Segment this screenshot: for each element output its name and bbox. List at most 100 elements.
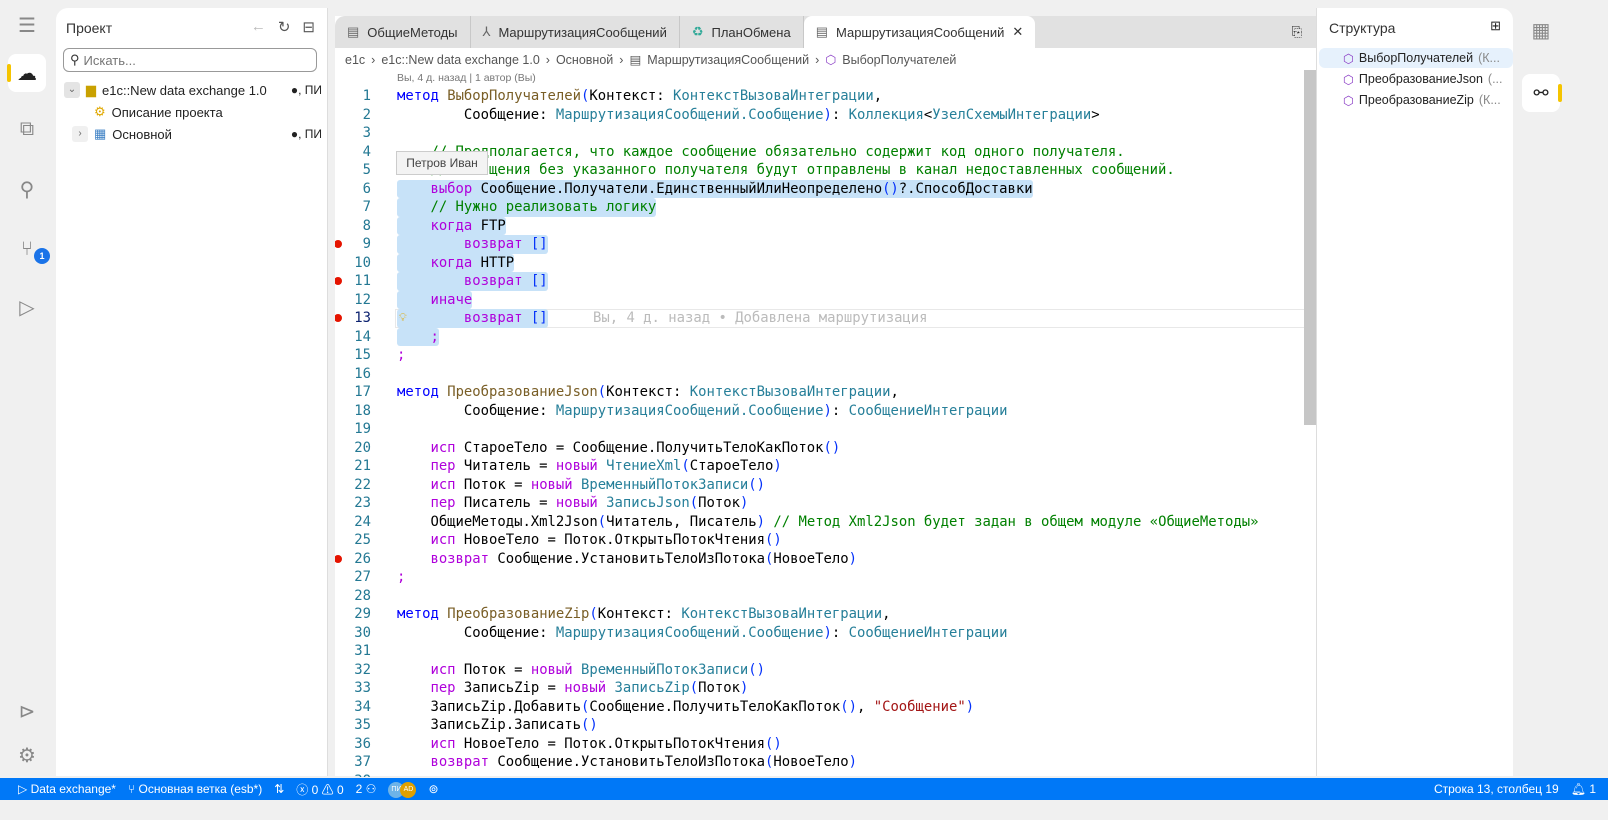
code-line[interactable]: 25 исп НовоеТело = Поток.ОткрытьПотокЧте… xyxy=(335,531,1303,550)
code-area[interactable]: 1 метод ВыборПолучателей(Контекст: Контек… xyxy=(335,87,1305,777)
code-line[interactable]: 29 метод ПреобразованиеZip(Контекст: Конт… xyxy=(335,605,1303,624)
code-line[interactable]: 17 метод ПреобразованиеJson(Контекст: Кон… xyxy=(335,383,1303,402)
code-line[interactable]: 12 иначе xyxy=(335,290,1303,309)
code-line[interactable]: 27; xyxy=(335,568,1303,587)
breadcrumb-item[interactable]: МаршрутизацияСообщений xyxy=(647,53,809,67)
cloud-1c-icon[interactable]: ☁ xyxy=(7,54,46,92)
problems-item[interactable]: ⓧ 0 ⚠ 0 xyxy=(296,781,343,798)
code-text: возврат Сообщение.УстановитьТелоИзПотока… xyxy=(397,550,857,569)
tab-exchange-plan[interactable]: ♻ ПланОбмена xyxy=(680,16,804,48)
code-line[interactable]: 21 пер Читатель = новый ЧтениеXml(Старое… xyxy=(335,457,1303,476)
code-token: новый xyxy=(555,495,598,511)
tree-item-main[interactable]: › ▦ Основной ●, ПИ xyxy=(64,124,322,144)
code-line[interactable]: 8 когда FTP xyxy=(335,216,1303,235)
breadcrumb-item[interactable]: e1c xyxy=(345,53,365,67)
code-line[interactable]: 1 метод ВыборПолучателей(Контекст: Контек… xyxy=(335,87,1303,106)
participants-item[interactable]: 2 ⚇ xyxy=(356,782,377,796)
code-line[interactable]: 37 возврат Сообщение.УстановитьТелоИзПот… xyxy=(335,753,1303,772)
code-line[interactable]: 20 исп СтароеТело = Сообщение.ПолучитьТе… xyxy=(335,439,1303,458)
module-icon: ▤ xyxy=(815,24,828,39)
lightbulb-icon[interactable]: 💡︎ xyxy=(399,309,407,328)
code-line[interactable]: 7 // Нужно реализовать логику xyxy=(335,198,1303,217)
source-control-icon[interactable]: ⑂ 1 xyxy=(8,230,50,268)
code-token: исп xyxy=(430,439,456,456)
code-token: FTP xyxy=(472,217,506,234)
code-line[interactable]: 23 пер Писатель = новый ЗаписьJson(Поток… xyxy=(335,494,1303,513)
chevron-right-icon[interactable]: › xyxy=(72,126,88,142)
tab-message-routing-active[interactable]: ▤ МаршрутизацияСообщений ✕ xyxy=(803,16,1036,48)
line-number: 34 xyxy=(354,698,371,715)
line-number: 8 xyxy=(362,217,371,234)
tab-common-methods[interactable]: ▤ ОбщиеМетоды xyxy=(335,16,471,48)
error-count: 0 xyxy=(311,782,319,797)
project-search-input[interactable] xyxy=(83,52,304,68)
code-text: возврат [] xyxy=(397,235,548,254)
breadcrumb-item[interactable]: ВыборПолучателей xyxy=(842,53,956,67)
run-debug-icon[interactable]: ▷ xyxy=(8,288,46,326)
tree-item-description[interactable]: ⚙ Описание проекта xyxy=(64,102,322,122)
breadcrumb-item[interactable]: Основной xyxy=(556,53,613,67)
code-line[interactable]: 24 ОбщиеМетоды.Xml2Json(Читатель, Писате… xyxy=(335,513,1303,532)
code-line[interactable]: 18 Сообщение: МаршрутизацияСообщений.Соо… xyxy=(335,402,1303,421)
code-line[interactable]: 13 возврат [] 💡︎ Вы, 4 д. назад • Добавлен… xyxy=(335,309,1305,328)
cursor-position[interactable]: Строка 13, столбец 19 xyxy=(1434,782,1559,796)
tab-message-routing-scheme[interactable]: ⅄ МаршрутизацияСообщений xyxy=(471,16,680,48)
menu-icon[interactable]: ☰ xyxy=(8,6,46,44)
code-line[interactable]: 9 возврат [] xyxy=(335,235,1303,254)
project-search[interactable]: ⚲ xyxy=(63,48,317,72)
code-line[interactable]: 32 исп Поток = новый ВременныйПотокЗапис… xyxy=(335,661,1303,680)
code-line[interactable]: 33 пер ЗаписьZip = новый ЗаписьZip(Поток… xyxy=(335,679,1303,698)
run-all-icon[interactable]: ⊳ xyxy=(8,692,46,730)
code-line[interactable]: 36 исп НовоеТело = Поток.ОткрытьПотокЧте… xyxy=(335,735,1303,754)
code-line[interactable]: 26 возврат Сообщение.УстановитьТелоИзПот… xyxy=(335,550,1303,569)
run-project-item[interactable]: ▷ Data exchange* xyxy=(18,782,116,796)
sync-icon[interactable]: ⇅ xyxy=(274,782,284,796)
structure-item[interactable]: ⬡ ПреобразованиеZip (К... xyxy=(1319,90,1513,110)
code-line[interactable]: 22 исп Поток = новый ВременныйПотокЗапис… xyxy=(335,476,1303,495)
back-arrow-icon[interactable]: ← xyxy=(251,18,266,36)
code-token: () xyxy=(840,698,857,715)
breadcrumb-item[interactable]: e1c::New data exchange 1.0 xyxy=(381,53,539,67)
settings-gear-icon[interactable]: ⚙ xyxy=(8,736,46,774)
code-line[interactable]: 15; xyxy=(335,346,1303,365)
code-line[interactable]: 30 Сообщение: МаршрутизацияСообщений.Соо… xyxy=(335,624,1303,643)
code-line[interactable]: 35 ЗаписьZip.Записать() xyxy=(335,716,1303,735)
branch-item[interactable]: ⑂ Основная ветка (esb*) xyxy=(128,782,262,796)
open-source-icon[interactable]: ⎘ xyxy=(1278,16,1316,48)
code-line[interactable]: 6 выбор Сообщение.Получатели.Единственны… xyxy=(335,179,1303,198)
live-share-icon[interactable]: ⊚ xyxy=(428,782,438,796)
exchange-plan-icon: ♻ xyxy=(691,24,704,39)
search-icon[interactable]: ⚲ xyxy=(8,170,46,208)
code-line[interactable]: 10 когда HTTP xyxy=(335,253,1303,272)
code-line[interactable]: 28 xyxy=(335,587,1303,606)
expand-all-icon[interactable]: ⊞ xyxy=(1490,18,1501,34)
code-token: метод xyxy=(397,384,439,400)
files-icon[interactable]: ⧉ xyxy=(8,110,46,148)
collapse-all-icon[interactable]: ⊟ xyxy=(302,18,315,36)
tree-item-project[interactable]: ⌄ ▆ e1c::New data exchange 1.0 ●, ПИ xyxy=(64,80,322,100)
code-line[interactable]: 16 xyxy=(335,365,1303,384)
code-line[interactable]: 3 xyxy=(335,124,1303,143)
refresh-icon[interactable]: ↻ xyxy=(278,18,291,36)
editor-scrollbar[interactable] xyxy=(1304,70,1316,425)
code-line[interactable]: 38 xyxy=(335,772,1303,778)
chevron-down-icon[interactable]: ⌄ xyxy=(64,82,80,98)
close-icon[interactable]: ✕ xyxy=(1012,24,1023,40)
code-line[interactable]: 2 Сообщение: МаршрутизацияСообщений.Сооб… xyxy=(335,106,1303,125)
avatars[interactable]: ПИ AD xyxy=(388,780,417,798)
structure-view-icon[interactable]: ⚯ xyxy=(1522,74,1562,112)
code-line[interactable]: 19 xyxy=(335,420,1303,439)
table-icon[interactable]: ▦ xyxy=(1522,12,1560,50)
blame-header[interactable]: Вы, 4 д. назад | 1 автор (Вы) xyxy=(397,72,536,84)
tree-item-label: Основной xyxy=(112,126,172,142)
code-line[interactable]: 31 xyxy=(335,642,1303,661)
code-token: ) xyxy=(739,680,749,696)
structure-item[interactable]: ⬡ ПреобразованиеJson (... xyxy=(1319,69,1513,89)
structure-item[interactable]: ⬡ ВыборПолучателей (К... xyxy=(1319,48,1513,68)
tree-item-label: e1c::New data exchange 1.0 xyxy=(102,82,267,98)
code-line[interactable]: 34 ЗаписьZip.Добавить(Сообщение.Получить… xyxy=(335,698,1303,717)
notifications-item[interactable]: 🔔︎ 1 xyxy=(1571,782,1596,796)
code-line[interactable]: 14 ; xyxy=(335,327,1303,346)
code-line[interactable]: 11 возврат [] xyxy=(335,272,1303,291)
